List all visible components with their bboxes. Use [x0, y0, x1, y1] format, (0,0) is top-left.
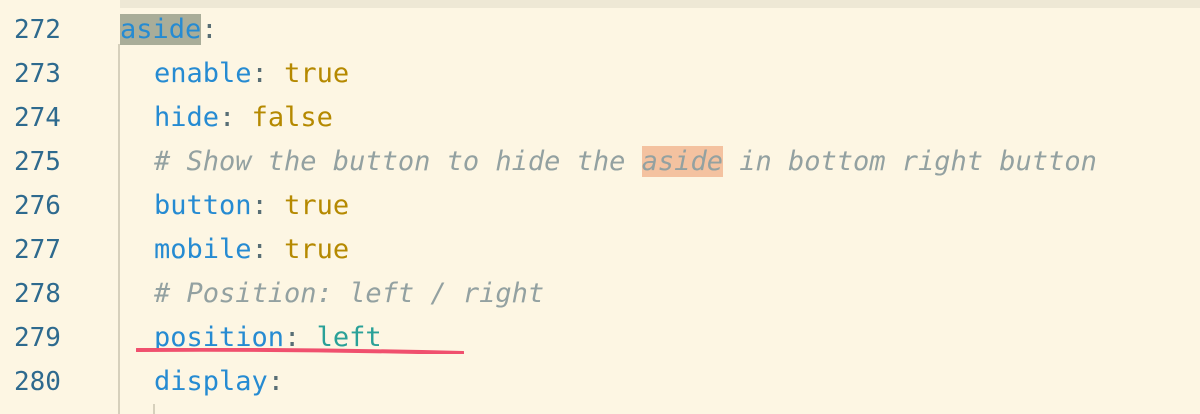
yaml-colon: : [201, 14, 218, 45]
red-annotation-underline [136, 348, 464, 354]
yaml-key-highlighted: aside [120, 14, 202, 45]
code-editor[interactable]: 272 273 274 275 276 277 278 279 280 asid… [0, 0, 1200, 414]
yaml-key: enable [154, 58, 252, 89]
comment-text: in bottom right button [722, 146, 1097, 177]
top-strip [120, 0, 1200, 8]
code-line-274[interactable]: hide: false [120, 96, 333, 140]
yaml-colon: : [267, 366, 285, 397]
yaml-value: true [284, 234, 350, 265]
code-line-280[interactable]: display: [120, 360, 284, 404]
yaml-colon: : [251, 58, 268, 89]
yaml-key: button [154, 190, 252, 221]
yaml-colon: : [251, 234, 268, 265]
yaml-colon: : [251, 190, 268, 221]
code-line-272[interactable]: aside: [120, 8, 218, 52]
code-line-276[interactable]: button: true [120, 184, 349, 228]
yaml-key: mobile [154, 234, 252, 265]
comment-text: # Position: left / right [154, 278, 545, 309]
yaml-value: false [251, 102, 333, 133]
yaml-value: true [284, 190, 350, 221]
comment-text: # Show the button to hide the [154, 146, 642, 177]
search-match-highlight: aside [641, 146, 723, 177]
yaml-key: hide [154, 102, 220, 133]
code-line-278[interactable]: # Position: left / right [120, 272, 544, 316]
code-line-273[interactable]: enable: true [120, 52, 349, 96]
yaml-value: true [284, 58, 350, 89]
yaml-colon: : [219, 102, 236, 133]
code-line-275[interactable]: # Show the button to hide the aside in b… [120, 140, 1097, 184]
code-line-277[interactable]: mobile: true [120, 228, 349, 272]
yaml-key: display [154, 366, 268, 397]
